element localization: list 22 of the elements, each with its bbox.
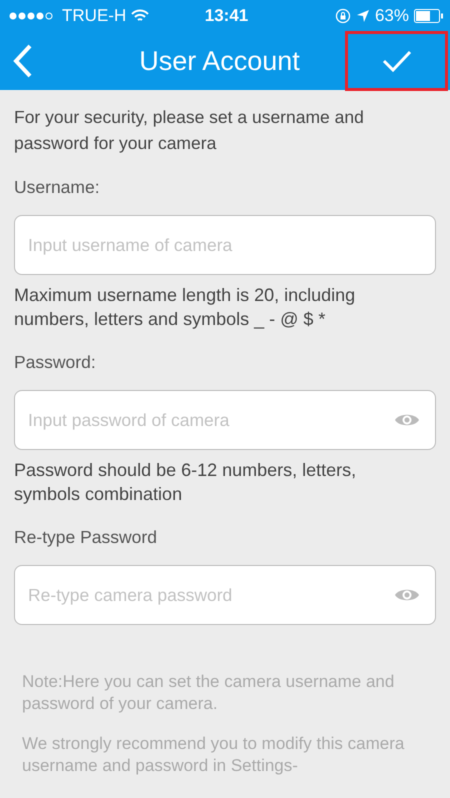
- input-field[interactable]: Input username of camera: [14, 215, 436, 275]
- rotation-lock-icon: [334, 8, 351, 24]
- wifi-icon: [131, 9, 150, 23]
- battery-percent: 63%: [374, 6, 409, 26]
- screen-title: User Account: [138, 46, 301, 76]
- hint-text: Password should be 6-12 numbers, letters, symbols combination: [14, 459, 358, 506]
- confirm-button[interactable]: [345, 31, 448, 91]
- note-text: We strongly recommend you to modify this camera username and password in Settings-: [21, 733, 406, 777]
- field-label: Re-type Password: [14, 527, 158, 548]
- status-time: 13:41: [204, 6, 248, 26]
- note-text: Note:Here you can set the camera username and password of your camera.: [21, 671, 396, 715]
- hint-text: Maximum username length is 20, including numbers, letters and symbols _ - @ $ *: [14, 284, 356, 331]
- input-field[interactable]: Re-type camera password: [14, 565, 436, 625]
- carrier-name: TRUE-H: [62, 6, 126, 26]
- back-icon[interactable]: [12, 44, 34, 78]
- battery-icon: [414, 9, 444, 23]
- input-field[interactable]: Input password of camera: [14, 390, 436, 450]
- field-label: Password:: [14, 352, 97, 373]
- location-icon: [356, 9, 370, 23]
- checkmark-icon: [382, 50, 412, 72]
- intro-text: For your security, please set a username and password for your camera: [14, 106, 365, 155]
- field-label: Username:: [14, 177, 101, 198]
